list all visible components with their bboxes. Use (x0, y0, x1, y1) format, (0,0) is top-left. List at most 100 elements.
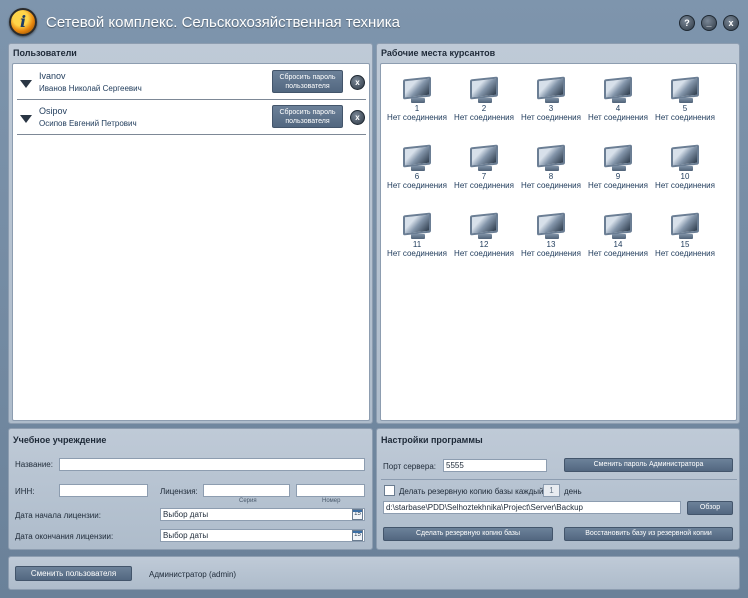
workstation-10[interactable]: 10 Нет соединения (650, 144, 720, 200)
workstation-status: Нет соединения (454, 181, 514, 190)
workstation-status: Нет соединения (655, 249, 715, 258)
school-panel: Учебное учреждение Название: ИНН: Лиценз… (8, 428, 373, 550)
workstation-number: 4 (615, 104, 621, 113)
make-backup-button[interactable]: Сделать резервную копию базы (383, 527, 553, 541)
monitor-icon (669, 212, 701, 240)
workstation-2[interactable]: 2 Нет соединения (449, 76, 519, 132)
monitor-icon (401, 76, 433, 104)
workstation-4[interactable]: 4 Нет соединения (583, 76, 653, 132)
settings-panel: Настройки программы Порт сервера: 5555 С… (376, 428, 740, 550)
workstation-status: Нет соединения (588, 181, 648, 190)
monitor-icon (535, 212, 567, 240)
name-field[interactable] (59, 458, 365, 471)
license-start-date-picker[interactable]: Выбор даты 15 (160, 508, 365, 521)
workstation-status: Нет соединения (521, 113, 581, 122)
workstation-14[interactable]: 14 Нет соединения (583, 212, 653, 268)
browse-button[interactable]: Обзор (687, 501, 733, 515)
divider (381, 479, 737, 480)
monitor-icon (602, 144, 634, 172)
workstation-number: 12 (479, 240, 489, 249)
delete-user-button[interactable]: x (350, 110, 365, 125)
workstation-number: 3 (548, 104, 554, 113)
workstations-panel-title: Рабочие места курсантов (381, 48, 496, 58)
workstation-13[interactable]: 13 Нет соединения (516, 212, 586, 268)
user-login: Osipov (39, 106, 68, 116)
reset-password-button[interactable]: Сбросить пароль пользователя (272, 105, 343, 128)
expand-triangle-icon[interactable] (20, 115, 32, 123)
delete-user-button[interactable]: x (350, 75, 365, 90)
user-row[interactable]: Ivanov Иванов Николай Сергеевич Сбросить… (17, 67, 366, 100)
workstation-status: Нет соединения (655, 113, 715, 122)
license-end-date-picker[interactable]: Выбор даты 15 (160, 529, 365, 542)
license-number-field[interactable] (296, 484, 365, 497)
monitor-icon (401, 212, 433, 240)
inn-field[interactable] (59, 484, 148, 497)
monitor-icon (535, 144, 567, 172)
workstation-status: Нет соединения (454, 113, 514, 122)
calendar-icon[interactable]: 15 (352, 509, 363, 520)
backup-label: Делать резервную копию базы каждый (399, 487, 544, 496)
license-series-field[interactable] (203, 484, 290, 497)
minimize-button[interactable]: _ (701, 15, 717, 31)
workstation-9[interactable]: 9 Нет соединения (583, 144, 653, 200)
workstation-number: 15 (680, 240, 690, 249)
user-fullname: Осипов Евгений Петрович (39, 119, 137, 128)
workstation-5[interactable]: 5 Нет соединения (650, 76, 720, 132)
workstation-number: 7 (481, 172, 487, 181)
workstation-12[interactable]: 12 Нет соединения (449, 212, 519, 268)
workstations-grid: 1 Нет соединения 2 Нет соединения 3 Нет соеди… (380, 63, 737, 421)
port-field[interactable]: 5555 (443, 459, 547, 472)
change-admin-password-button[interactable]: Сменить пароль Администратора (564, 458, 733, 472)
users-panel: Пользователи Ivanov Иванов Николай Серге… (8, 43, 373, 424)
series-caption: Серия (239, 498, 257, 504)
port-label: Порт сервера: (383, 462, 436, 471)
backup-checkbox[interactable] (384, 485, 395, 496)
help-button[interactable]: ? (679, 15, 695, 31)
school-panel-title: Учебное учреждение (13, 435, 107, 445)
workstation-number: 13 (546, 240, 556, 249)
users-list: Ivanov Иванов Николай Сергеевич Сбросить… (12, 63, 370, 421)
monitor-icon (401, 144, 433, 172)
workstation-number: 10 (680, 172, 690, 181)
workstations-panel: Рабочие места курсантов 1 Нет соединения 2… (376, 43, 740, 424)
monitor-icon (535, 76, 567, 104)
workstation-7[interactable]: 7 Нет соединения (449, 144, 519, 200)
workstation-15[interactable]: 15 Нет соединения (650, 212, 720, 268)
reset-password-button[interactable]: Сбросить пароль пользователя (272, 70, 343, 93)
user-login: Ivanov (39, 71, 66, 81)
workstation-3[interactable]: 3 Нет соединения (516, 76, 586, 132)
workstation-1[interactable]: 1 Нет соединения (382, 76, 452, 132)
workstation-number: 1 (414, 104, 420, 113)
name-label: Название: (15, 460, 53, 469)
workstation-11[interactable]: 11 Нет соединения (382, 212, 452, 268)
title-bar: i Сетевой комплекс. Сельскохозяйственная… (0, 0, 748, 44)
users-panel-title: Пользователи (13, 48, 77, 58)
workstation-8[interactable]: 8 Нет соединения (516, 144, 586, 200)
monitor-icon (669, 76, 701, 104)
workstation-number: 8 (548, 172, 554, 181)
backup-path-field[interactable]: d:\starbase\PDD\Selhoztekhnika\Project\S… (383, 501, 681, 514)
monitor-icon (468, 76, 500, 104)
user-fullname: Иванов Николай Сергеевич (39, 84, 142, 93)
backup-unit-label: день (564, 487, 582, 496)
close-button[interactable]: x (723, 15, 739, 31)
workstation-6[interactable]: 6 Нет соединения (382, 144, 452, 200)
user-row[interactable]: Osipov Осипов Евгений Петрович Сбросить … (17, 102, 366, 135)
inn-label: ИНН: (15, 487, 35, 496)
calendar-icon[interactable]: 15 (352, 530, 363, 541)
workstation-status: Нет соединения (454, 249, 514, 258)
workstation-status: Нет соединения (387, 113, 447, 122)
backup-days-stepper[interactable]: 1 (543, 484, 560, 497)
workstation-number: 2 (481, 104, 487, 113)
app-title: Сетевой комплекс. Сельскохозяйственная т… (46, 14, 400, 31)
switch-user-button[interactable]: Сменить пользователя (15, 566, 132, 581)
workstation-status: Нет соединения (655, 181, 715, 190)
license-label: Лицензия: (160, 487, 198, 496)
restore-backup-button[interactable]: Восстановить базу из резервной копии (564, 527, 733, 541)
expand-triangle-icon[interactable] (20, 80, 32, 88)
workstation-number: 11 (412, 240, 422, 249)
settings-panel-title: Настройки программы (381, 435, 483, 445)
workstation-number: 9 (615, 172, 621, 181)
workstation-status: Нет соединения (387, 181, 447, 190)
workstation-status: Нет соединения (588, 249, 648, 258)
